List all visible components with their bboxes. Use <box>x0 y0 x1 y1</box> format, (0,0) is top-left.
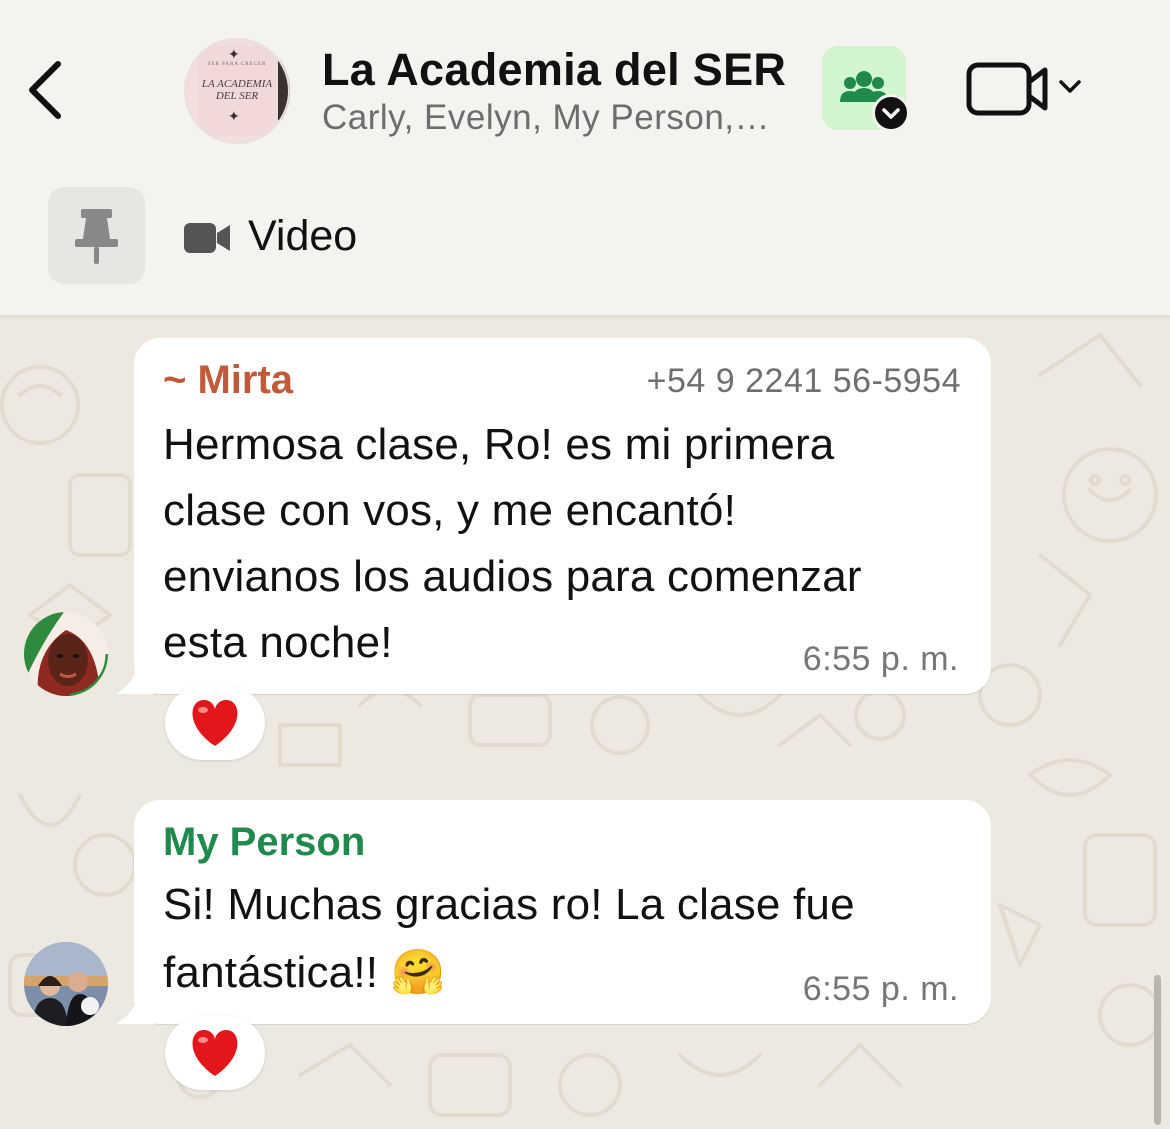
message-time: 6:55 p. m. <box>802 640 959 678</box>
reaction-badge[interactable] <box>165 686 265 760</box>
heart-icon <box>192 1030 238 1076</box>
message-text-line: Hermosa clase, Ro! es mi primera <box>163 420 835 469</box>
group-members[interactable]: Carly, Evelyn, My Person,… <box>322 98 770 138</box>
avatar-ring <box>184 38 290 144</box>
avatar-photo <box>24 942 108 1026</box>
message-text-line: fantástica!! 🤗 <box>163 948 446 997</box>
video-call-button[interactable] <box>965 58 1087 120</box>
message-text-line: envianos los audios para comenzar <box>163 552 862 601</box>
message-bubble[interactable]: My Person Si! Muchas gracias ro! La clas… <box>134 800 991 1024</box>
group-title[interactable]: La Academia del SER <box>322 44 786 96</box>
reaction-badge[interactable] <box>165 1016 265 1090</box>
message-text-line: Si! Muchas gracias ro! La clase fue <box>163 880 855 929</box>
message-text-line: clase con vos, y me encantó! <box>163 486 737 535</box>
sender-avatar-mirta[interactable] <box>24 612 108 696</box>
video-camera-icon <box>184 223 230 253</box>
chevron-down-icon <box>882 108 900 119</box>
back-button[interactable] <box>22 58 70 122</box>
community-dropdown[interactable] <box>872 94 910 132</box>
chevron-left-icon <box>29 61 61 119</box>
scrollbar[interactable] <box>1154 975 1161 1125</box>
message-bubble[interactable]: ~ Mirta +54 9 2241 56-5954 Hermosa clase… <box>134 338 991 694</box>
bubble-tail <box>116 660 154 694</box>
sender-name[interactable]: My Person <box>163 820 365 865</box>
video-camera-icon <box>966 62 1081 116</box>
pin-button[interactable] <box>48 187 145 284</box>
message-time: 6:55 p. m. <box>802 970 959 1008</box>
message-text-line: esta noche! <box>163 618 393 667</box>
sender-name[interactable]: ~ Mirta <box>163 358 293 403</box>
pin-icon <box>75 209 118 264</box>
pinned-message-bar: Video <box>0 168 1170 315</box>
avatar-photo <box>24 612 108 696</box>
group-avatar[interactable]: ✦ SER PARA CRECER LA ACADEMIA DEL SER ✦ <box>184 38 290 144</box>
sender-avatar-my-person[interactable] <box>24 942 108 1026</box>
heart-icon <box>192 700 238 746</box>
bubble-tail <box>116 990 154 1024</box>
sender-phone[interactable]: +54 9 2241 56-5954 <box>647 362 961 401</box>
chat-header: ✦ SER PARA CRECER LA ACADEMIA DEL SER ✦ … <box>0 0 1170 168</box>
pinned-label: Video <box>248 212 358 260</box>
